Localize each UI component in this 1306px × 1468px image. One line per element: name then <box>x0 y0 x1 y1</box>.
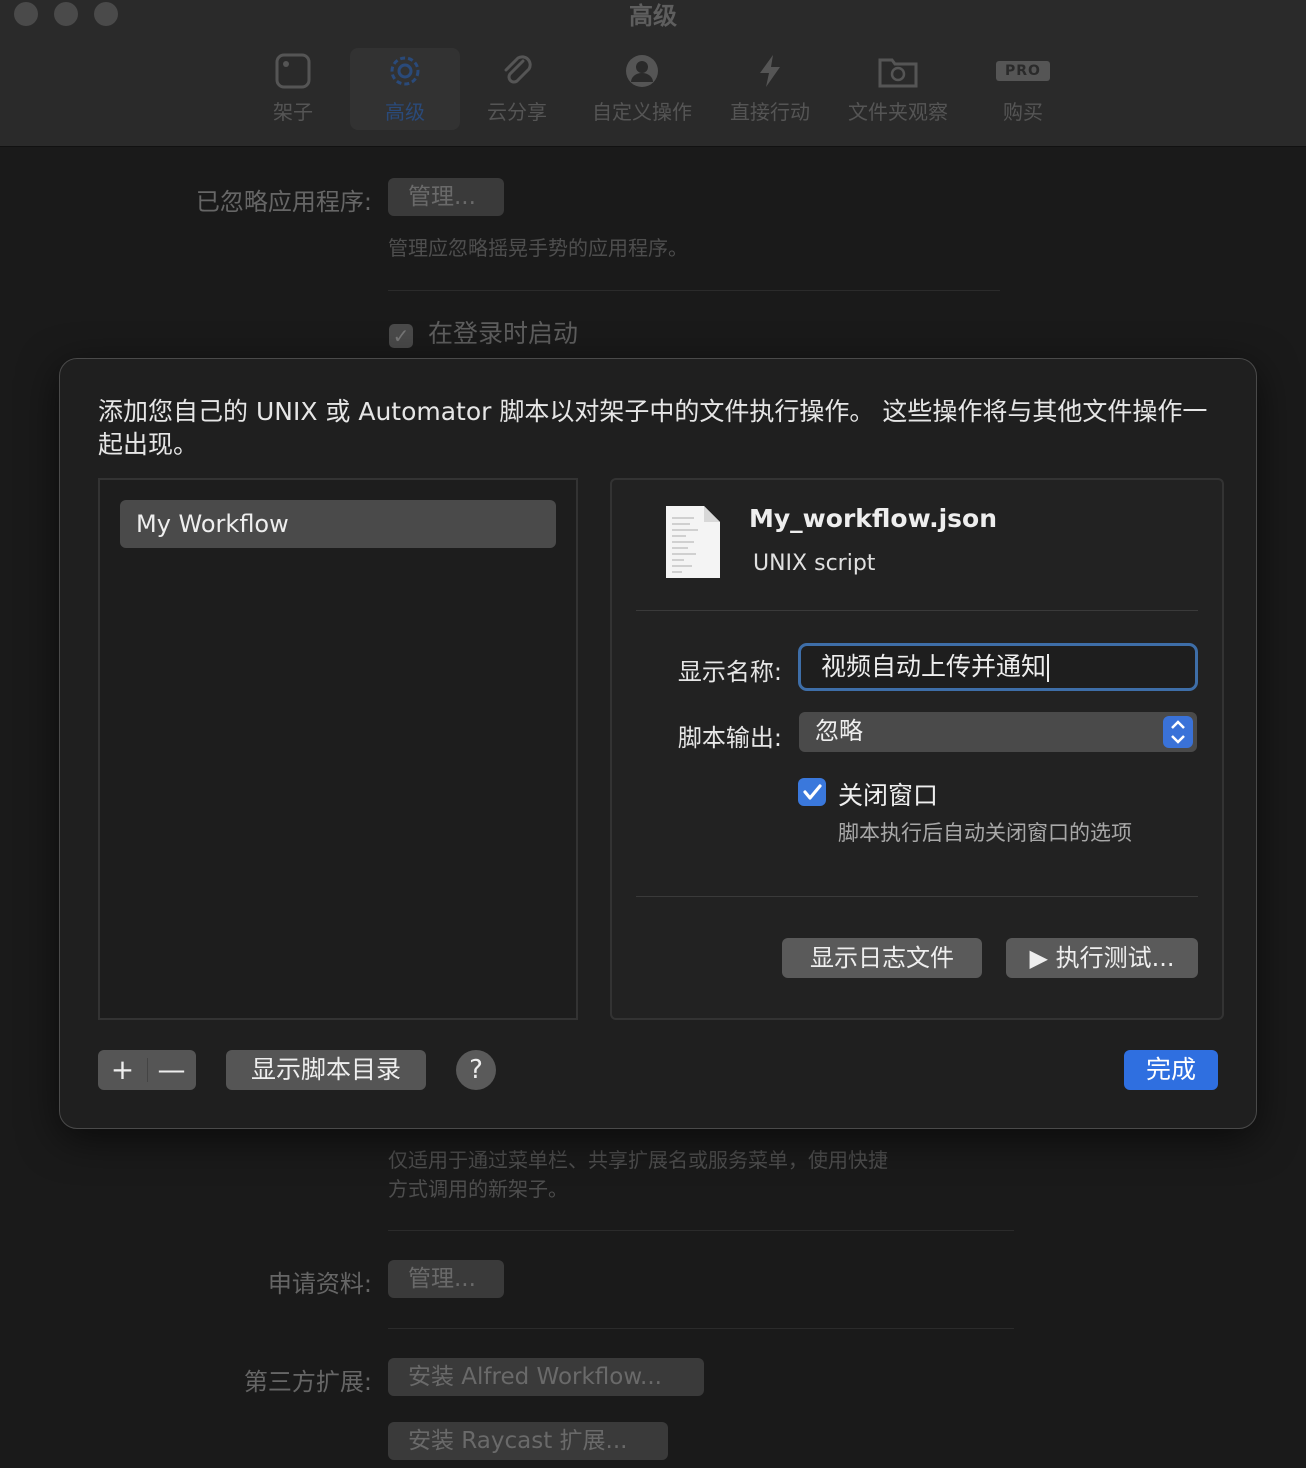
gear-icon <box>350 48 460 94</box>
paperclip-icon <box>478 48 556 94</box>
close-window-checkbox[interactable] <box>798 778 826 806</box>
help-button[interactable]: ? <box>456 1050 496 1090</box>
ignored-apps-note: 管理应忽略摇晃手势的应用程序。 <box>388 236 688 260</box>
script-list[interactable]: My Workflow <box>98 478 578 1020</box>
show-log-file-button[interactable]: 显示日志文件 <box>782 938 982 978</box>
person-icon <box>582 48 702 94</box>
display-name-value: 视频自动上传并通知 <box>821 652 1047 681</box>
shortcut-note-line2: 方式调用的新架子。 <box>388 1177 568 1201</box>
script-output-value: 忽略 <box>815 717 863 745</box>
toolbar-tab-label: 文件夹观察 <box>848 100 948 124</box>
file-name: My_workflow.json <box>749 504 998 533</box>
window-titlebar: 高级 架子 高级 云分享 自定义操作 直接行动 文件夹观察 PRO 购买 <box>0 0 1306 147</box>
toolbar-tab-direct-action[interactable]: 直接行动 <box>720 48 820 130</box>
document-icon <box>664 504 722 584</box>
separator <box>636 610 1198 611</box>
manage-ignored-apps-button[interactable]: 管理... <box>388 178 504 216</box>
install-alfred-workflow-button[interactable]: 安装 Alfred Workflow... <box>388 1358 704 1396</box>
script-detail-panel: My_workflow.json UNIX script 显示名称: 视频自动上… <box>610 478 1224 1020</box>
pro-badge: PRO <box>996 61 1050 81</box>
toolbar-tab-label: 自定义操作 <box>592 100 692 124</box>
script-output-select[interactable]: 忽略 <box>799 712 1197 752</box>
bolt-icon <box>720 48 820 94</box>
custom-actions-sheet: 添加您自己的 UNIX 或 Automator 脚本以对架子中的文件执行操作。 … <box>59 358 1257 1129</box>
toolbar-tab-label: 高级 <box>385 100 425 124</box>
display-name-field[interactable]: 视频自动上传并通知 <box>798 643 1198 691</box>
shelf-icon <box>250 48 336 94</box>
toolbar-tab-label: 云分享 <box>487 100 547 124</box>
display-name-label: 显示名称: <box>677 658 782 686</box>
toolbar-tab-purchase[interactable]: PRO 购买 <box>988 48 1058 130</box>
install-raycast-extension-button[interactable]: 安装 Raycast 扩展... <box>388 1422 668 1460</box>
remove-script-button[interactable]: — <box>147 1050 196 1090</box>
file-type: UNIX script <box>753 551 876 576</box>
toolbar-tab-advanced[interactable]: 高级 <box>350 48 460 130</box>
toolbar-tab-label: 直接行动 <box>730 100 810 124</box>
sheet-description: 添加您自己的 UNIX 或 Automator 脚本以对架子中的文件执行操作。 … <box>98 397 1208 459</box>
show-scripts-directory-button[interactable]: 显示脚本目录 <box>226 1050 426 1090</box>
toolbar-tab-label: 架子 <box>273 100 313 124</box>
window-title: 高级 <box>629 2 677 30</box>
manage-profile-button[interactable]: 管理... <box>388 1260 504 1298</box>
folder-sync-icon <box>838 48 958 94</box>
text-caret <box>1047 654 1050 682</box>
launch-at-login-checkbox[interactable]: ✓ <box>389 324 413 348</box>
profile-label: 申请资料: <box>267 1270 372 1298</box>
separator <box>388 1230 1014 1231</box>
close-window-help: 脚本执行后自动关闭窗口的选项 <box>838 821 1132 845</box>
separator <box>388 290 1000 291</box>
close-window-label: 关闭窗口 <box>838 781 939 810</box>
shortcut-note-line1: 仅适用于通过菜单栏、共享扩展名或服务菜单，使用快捷 <box>388 1148 888 1172</box>
toolbar-tab-label: 购买 <box>1003 100 1043 124</box>
script-list-item[interactable]: My Workflow <box>120 500 556 548</box>
separator <box>636 896 1198 897</box>
ignored-apps-label: 已忽略应用程序: <box>195 188 372 216</box>
toolbar-tab-shelf[interactable]: 架子 <box>250 48 336 130</box>
updown-chevron-icon <box>1163 716 1193 748</box>
run-test-button[interactable]: ▶ 执行测试... <box>1006 938 1198 978</box>
toolbar-tab-cloud-share[interactable]: 云分享 <box>478 48 556 130</box>
add-remove-control: + — <box>98 1050 196 1090</box>
add-script-button[interactable]: + <box>98 1050 147 1090</box>
script-output-label: 脚本输出: <box>677 724 782 752</box>
done-button[interactable]: 完成 <box>1124 1050 1218 1090</box>
toolbar-tab-custom-actions[interactable]: 自定义操作 <box>582 48 702 130</box>
launch-at-login-label: 在登录时启动 <box>428 319 579 348</box>
separator <box>388 1328 1014 1329</box>
toolbar-tab-folder-watch[interactable]: 文件夹观察 <box>838 48 958 130</box>
third-party-extensions-label: 第三方扩展: <box>243 1368 372 1396</box>
